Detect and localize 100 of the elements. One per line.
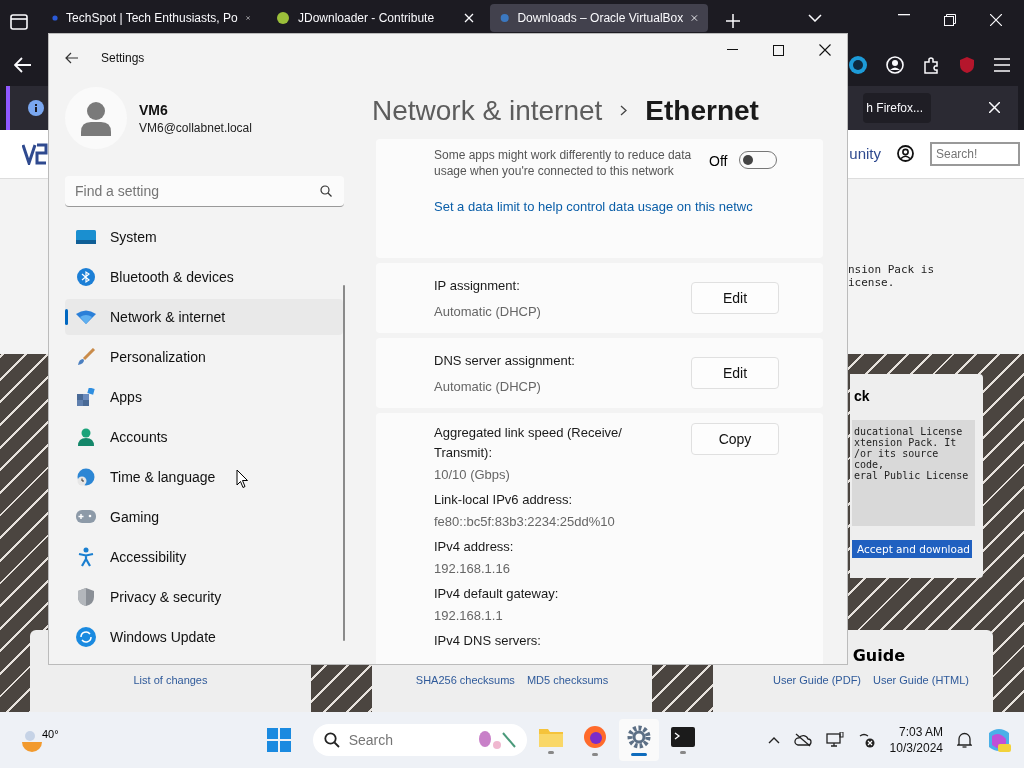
bell-icon[interactable] <box>957 731 972 749</box>
setting-label: IP assignment: <box>434 277 521 293</box>
brush-icon <box>76 348 96 366</box>
property-label: IPv4 default gateway: <box>434 585 560 603</box>
property-value: 192.168.1.1 <box>434 607 504 625</box>
temperature: 40° <box>42 728 59 741</box>
nav-item[interactable]: Accounts <box>65 419 343 455</box>
link[interactable]: MD5 checksums <box>526 674 609 687</box>
account-icon[interactable] <box>886 55 904 74</box>
card-title: ck <box>854 388 871 405</box>
maximize-icon[interactable] <box>773 44 784 56</box>
link[interactable]: User Guide (HTML) <box>873 674 969 687</box>
monitor-icon <box>76 230 96 244</box>
restore-icon[interactable] <box>944 14 956 26</box>
user-icon[interactable] <box>897 145 914 163</box>
copilot-icon[interactable] <box>986 727 1012 754</box>
data-limit-link[interactable]: Set a data limit to help control data usage on this netwc <box>434 199 779 214</box>
notification-button[interactable]: h Firefox... <box>863 92 931 123</box>
window-title: Settings <box>101 51 145 65</box>
cursor-icon <box>236 469 249 489</box>
property-label: IPv4 DNS servers: <box>434 632 542 650</box>
nav-item[interactable]: Privacy & security <box>65 579 343 615</box>
new-tab-icon[interactable] <box>726 14 740 28</box>
person-icon <box>76 428 96 446</box>
page-title: Ethernet <box>645 94 759 127</box>
shield-icon <box>76 587 96 607</box>
nav-item[interactable]: System <box>65 219 343 255</box>
wifi-icon <box>76 310 96 324</box>
user-email: VM6@collabnet.local <box>139 120 252 135</box>
chevron-right-icon <box>620 105 628 116</box>
shield-icon[interactable] <box>958 55 976 74</box>
nav-item[interactable]: Time & language <box>65 459 343 495</box>
user-name: VM6 <box>139 101 169 118</box>
globe-clock-icon <box>76 468 96 486</box>
chevron-up-icon[interactable] <box>767 736 780 744</box>
setting-label: DNS server assignment: <box>434 352 576 368</box>
property-value: 10/10 (Gbps) <box>434 466 511 484</box>
puzzle-icon[interactable] <box>922 55 940 74</box>
browser-tab[interactable]: Downloads – Oracle VirtualBox <box>490 4 708 32</box>
chevron-down-icon[interactable] <box>808 14 822 22</box>
terminal-icon <box>670 726 695 747</box>
nav-item[interactable]: Personalization <box>65 339 343 375</box>
search-icon <box>320 185 332 197</box>
clock[interactable]: 7:03 AM 10/3/2024 <box>889 724 943 757</box>
menu-icon[interactable] <box>994 57 1010 72</box>
back-arrow-icon[interactable] <box>65 52 79 64</box>
setting-value: Automatic (DHCP) <box>434 303 542 319</box>
nav-item[interactable]: Gaming <box>65 499 343 535</box>
property-value: fe80::bc5f:83b3:2234:25dd%10 <box>434 513 616 531</box>
accept-download-button[interactable]: Accept and download <box>852 540 972 559</box>
settings-search-field[interactable]: Find a setting <box>65 176 344 207</box>
minimize-icon[interactable] <box>727 49 738 51</box>
info-icon <box>28 99 44 116</box>
flower-drawing <box>476 729 517 752</box>
nav-link[interactable]: unity <box>849 145 881 163</box>
property-value: 192.168.1.16 <box>434 560 511 578</box>
cloud-off-icon[interactable] <box>793 733 812 748</box>
extension-icon[interactable] <box>848 54 868 75</box>
nav-item[interactable]: Windows Update <box>65 619 343 655</box>
network-off-icon[interactable] <box>857 732 876 749</box>
taskbar-search-field[interactable]: Search <box>312 724 527 757</box>
link[interactable]: User Guide (PDF) <box>773 674 862 687</box>
refresh-icon <box>76 627 96 647</box>
link[interactable]: List of changes <box>133 674 208 687</box>
card-title: Guide <box>852 646 905 666</box>
monitor-icon[interactable] <box>825 732 844 749</box>
property-label: IPv4 address: <box>434 538 515 556</box>
setting-value: Automatic (DHCP) <box>434 378 542 394</box>
nav-item[interactable]: Network & internet <box>65 299 343 335</box>
accessibility-icon <box>76 547 96 567</box>
nav-item[interactable]: Bluetooth & devices <box>65 259 343 295</box>
tab-list-icon[interactable] <box>10 14 28 30</box>
minimize-icon[interactable] <box>898 14 910 16</box>
browser-tab[interactable]: TechSpot | Tech Enthusiasts, Po <box>42 4 260 32</box>
property-label: Link-local IPv6 address: <box>434 491 573 509</box>
avatar-icon <box>65 87 127 149</box>
toggle-state: Off <box>709 153 728 169</box>
folder-icon <box>538 726 563 747</box>
gamepad-icon <box>76 510 96 524</box>
property-label: Aggregated link speed (Receive/ Transmit): <box>434 424 623 462</box>
edit-button[interactable]: Edit <box>691 282 779 314</box>
edit-button[interactable]: Edit <box>691 357 779 389</box>
search-icon <box>323 732 340 749</box>
site-logo-icon[interactable] <box>22 142 48 165</box>
firefox-icon <box>582 724 607 749</box>
start-icon[interactable] <box>266 728 291 753</box>
bluetooth-icon <box>76 268 96 286</box>
search-field[interactable]: Search! <box>930 141 1020 166</box>
nav-item[interactable]: Accessibility <box>65 539 343 575</box>
nav-item[interactable]: Apps <box>65 379 343 415</box>
apps-icon <box>76 388 96 406</box>
breadcrumb-link[interactable]: Network & internet <box>372 94 603 127</box>
link[interactable]: SHA256 checksums <box>415 674 515 687</box>
hero-text: nsion Pack is icense. <box>848 263 935 290</box>
browser-tab[interactable]: JDownloader - Contribute <box>266 4 484 32</box>
gear-icon <box>626 724 651 749</box>
license-text: ducational License xtension Pack. It /or its source code, eral Public License <box>852 420 975 527</box>
setting-description: Some apps might work differently to reduce data usage when you're connected to this network <box>434 147 693 179</box>
copy-button[interactable]: Copy <box>691 423 779 455</box>
close-icon[interactable] <box>819 44 831 56</box>
